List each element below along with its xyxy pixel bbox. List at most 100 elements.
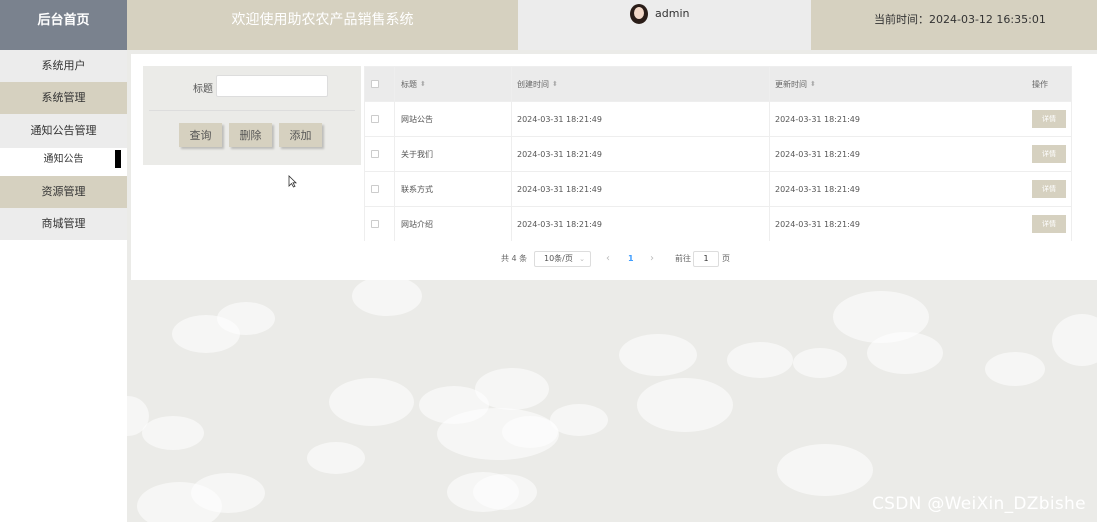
decor-bubble: [793, 348, 847, 378]
sidebar-item-mall-management[interactable]: 商城管理: [0, 208, 127, 240]
sort-caret-icon[interactable]: ⬍: [552, 80, 558, 88]
page-number-1[interactable]: 1: [628, 251, 634, 267]
row-checkbox[interactable]: [371, 150, 379, 158]
divider: [149, 110, 355, 111]
decor-bubble: [137, 482, 222, 522]
divider: [394, 102, 395, 136]
welcome-banner: 欢迎使用助农农产品销售系统: [127, 0, 518, 50]
cell-created: 2024-03-31 18:21:49: [517, 149, 602, 159]
notice-table: 标题 ⬍ 创建时间 ⬍ 更新时间 ⬍ 操作 网站公告 2024-03-31 18:21…: [364, 66, 1072, 241]
query-button[interactable]: 查询: [179, 123, 222, 147]
top-header: 后台首页 欢迎使用助农农产品销售系统 admin 当前时间：2024-03-12…: [0, 0, 1097, 50]
cell-updated: 2024-03-31 18:21:49: [775, 219, 860, 229]
avatar-icon[interactable]: [629, 2, 649, 24]
goto-label: 前往: [675, 254, 691, 263]
column-header-updated[interactable]: 更新时间 ⬍: [775, 67, 816, 101]
home-link[interactable]: 后台首页: [0, 0, 127, 50]
table-row: 网站介绍 2024-03-31 18:21:49 2024-03-31 18:2…: [365, 206, 1071, 241]
column-header-action: 操作: [1032, 79, 1048, 89]
decor-bubble: [307, 442, 365, 474]
chevron-down-icon: ⌄: [579, 255, 585, 263]
decor-bubble: [867, 332, 943, 374]
title-search-input[interactable]: [216, 75, 328, 97]
cell-updated: 2024-03-31 18:21:49: [775, 184, 860, 194]
sort-caret-icon[interactable]: ⬍: [420, 80, 426, 88]
divider: [511, 67, 512, 101]
divider: [511, 172, 512, 206]
divider: [394, 207, 395, 241]
cell-updated: 2024-03-31 18:21:49: [775, 149, 860, 159]
sidebar-item-system-management[interactable]: 系统管理: [0, 82, 127, 114]
decor-bubble: [217, 302, 275, 335]
detail-button[interactable]: 详情: [1032, 180, 1066, 198]
row-checkbox[interactable]: [371, 115, 379, 123]
decor-bubble: [475, 368, 549, 410]
username-label: admin: [655, 7, 690, 20]
divider: [511, 137, 512, 171]
decor-bubble: [142, 416, 204, 450]
page-suffix: 页: [722, 254, 730, 263]
sidebar-subitem-notice[interactable]: 通知公告: [0, 148, 127, 172]
sidebar-subitem-label: 通知公告: [43, 154, 84, 165]
cell-title: 联系方式: [401, 184, 433, 194]
decor-bubble: [473, 474, 537, 510]
active-indicator: [115, 150, 121, 168]
decor-bubble: [1052, 314, 1097, 366]
divider: [394, 137, 395, 171]
goto-page-input[interactable]: 1: [693, 251, 719, 267]
page-size-select[interactable]: 10条/页 ⌄: [534, 251, 591, 267]
sidebar-item-system-users[interactable]: 系统用户: [0, 50, 127, 82]
table-header: 标题 ⬍ 创建时间 ⬍ 更新时间 ⬍ 操作: [365, 67, 1071, 101]
divider: [769, 67, 770, 101]
divider: [394, 67, 395, 101]
cell-title: 关于我们: [401, 149, 433, 159]
user-area[interactable]: admin: [518, 0, 811, 50]
pagination-total: 共 4 条: [501, 254, 528, 263]
next-page-button[interactable]: ›: [650, 251, 654, 267]
prev-page-button[interactable]: ‹: [606, 251, 610, 267]
sort-caret-icon[interactable]: ⬍: [810, 80, 816, 88]
divider: [769, 137, 770, 171]
divider: [769, 207, 770, 241]
sidebar-item-notice-management[interactable]: 通知公告管理: [0, 114, 127, 148]
column-header-title[interactable]: 标题 ⬍: [401, 67, 426, 101]
table-row: 关于我们 2024-03-31 18:21:49 2024-03-31 18:2…: [365, 136, 1071, 171]
cell-title: 网站公告: [401, 114, 433, 124]
watermark: CSDN @WeiXin_DZbishe: [872, 494, 1086, 514]
row-checkbox[interactable]: [371, 185, 379, 193]
decor-bubble: [550, 404, 608, 436]
decor-bubble: [727, 342, 793, 378]
divider: [394, 172, 395, 206]
cell-created: 2024-03-31 18:21:49: [517, 184, 602, 194]
mouse-cursor-icon: [288, 175, 297, 188]
detail-button[interactable]: 详情: [1032, 145, 1066, 163]
divider: [511, 102, 512, 136]
decor-bubble: [637, 378, 733, 432]
decor-bubble: [352, 276, 422, 316]
cell-title: 网站介绍: [401, 219, 433, 229]
current-time: 当前时间：2024-03-12 16:35:01: [811, 0, 1097, 50]
title-label: 标题: [193, 84, 213, 95]
divider: [769, 172, 770, 206]
row-checkbox[interactable]: [371, 220, 379, 228]
table-row: 联系方式 2024-03-31 18:21:49 2024-03-31 18:2…: [365, 171, 1071, 206]
sidebar-item-resource-management[interactable]: 资源管理: [0, 176, 127, 208]
decor-bubble: [619, 334, 697, 376]
search-area: 标题 查询 删除 添加: [143, 66, 361, 165]
sidebar: 系统用户 系统管理 通知公告管理 通知公告 资源管理 商城管理: [0, 50, 127, 522]
cell-created: 2024-03-31 18:21:49: [517, 219, 602, 229]
divider: [511, 207, 512, 241]
column-header-created[interactable]: 创建时间 ⬍: [517, 67, 558, 101]
decor-bubble: [777, 444, 873, 496]
delete-button[interactable]: 删除: [229, 123, 272, 147]
decor-bubble: [329, 378, 414, 426]
detail-button[interactable]: 详情: [1032, 215, 1066, 233]
add-button[interactable]: 添加: [279, 123, 322, 147]
cell-updated: 2024-03-31 18:21:49: [775, 114, 860, 124]
page-size-value: 10条/页: [544, 254, 573, 263]
table-row: 网站公告 2024-03-31 18:21:49 2024-03-31 18:2…: [365, 101, 1071, 136]
cell-created: 2024-03-31 18:21:49: [517, 114, 602, 124]
detail-button[interactable]: 详情: [1032, 110, 1066, 128]
decor-bubble: [985, 352, 1045, 386]
select-all-checkbox[interactable]: [371, 80, 379, 88]
